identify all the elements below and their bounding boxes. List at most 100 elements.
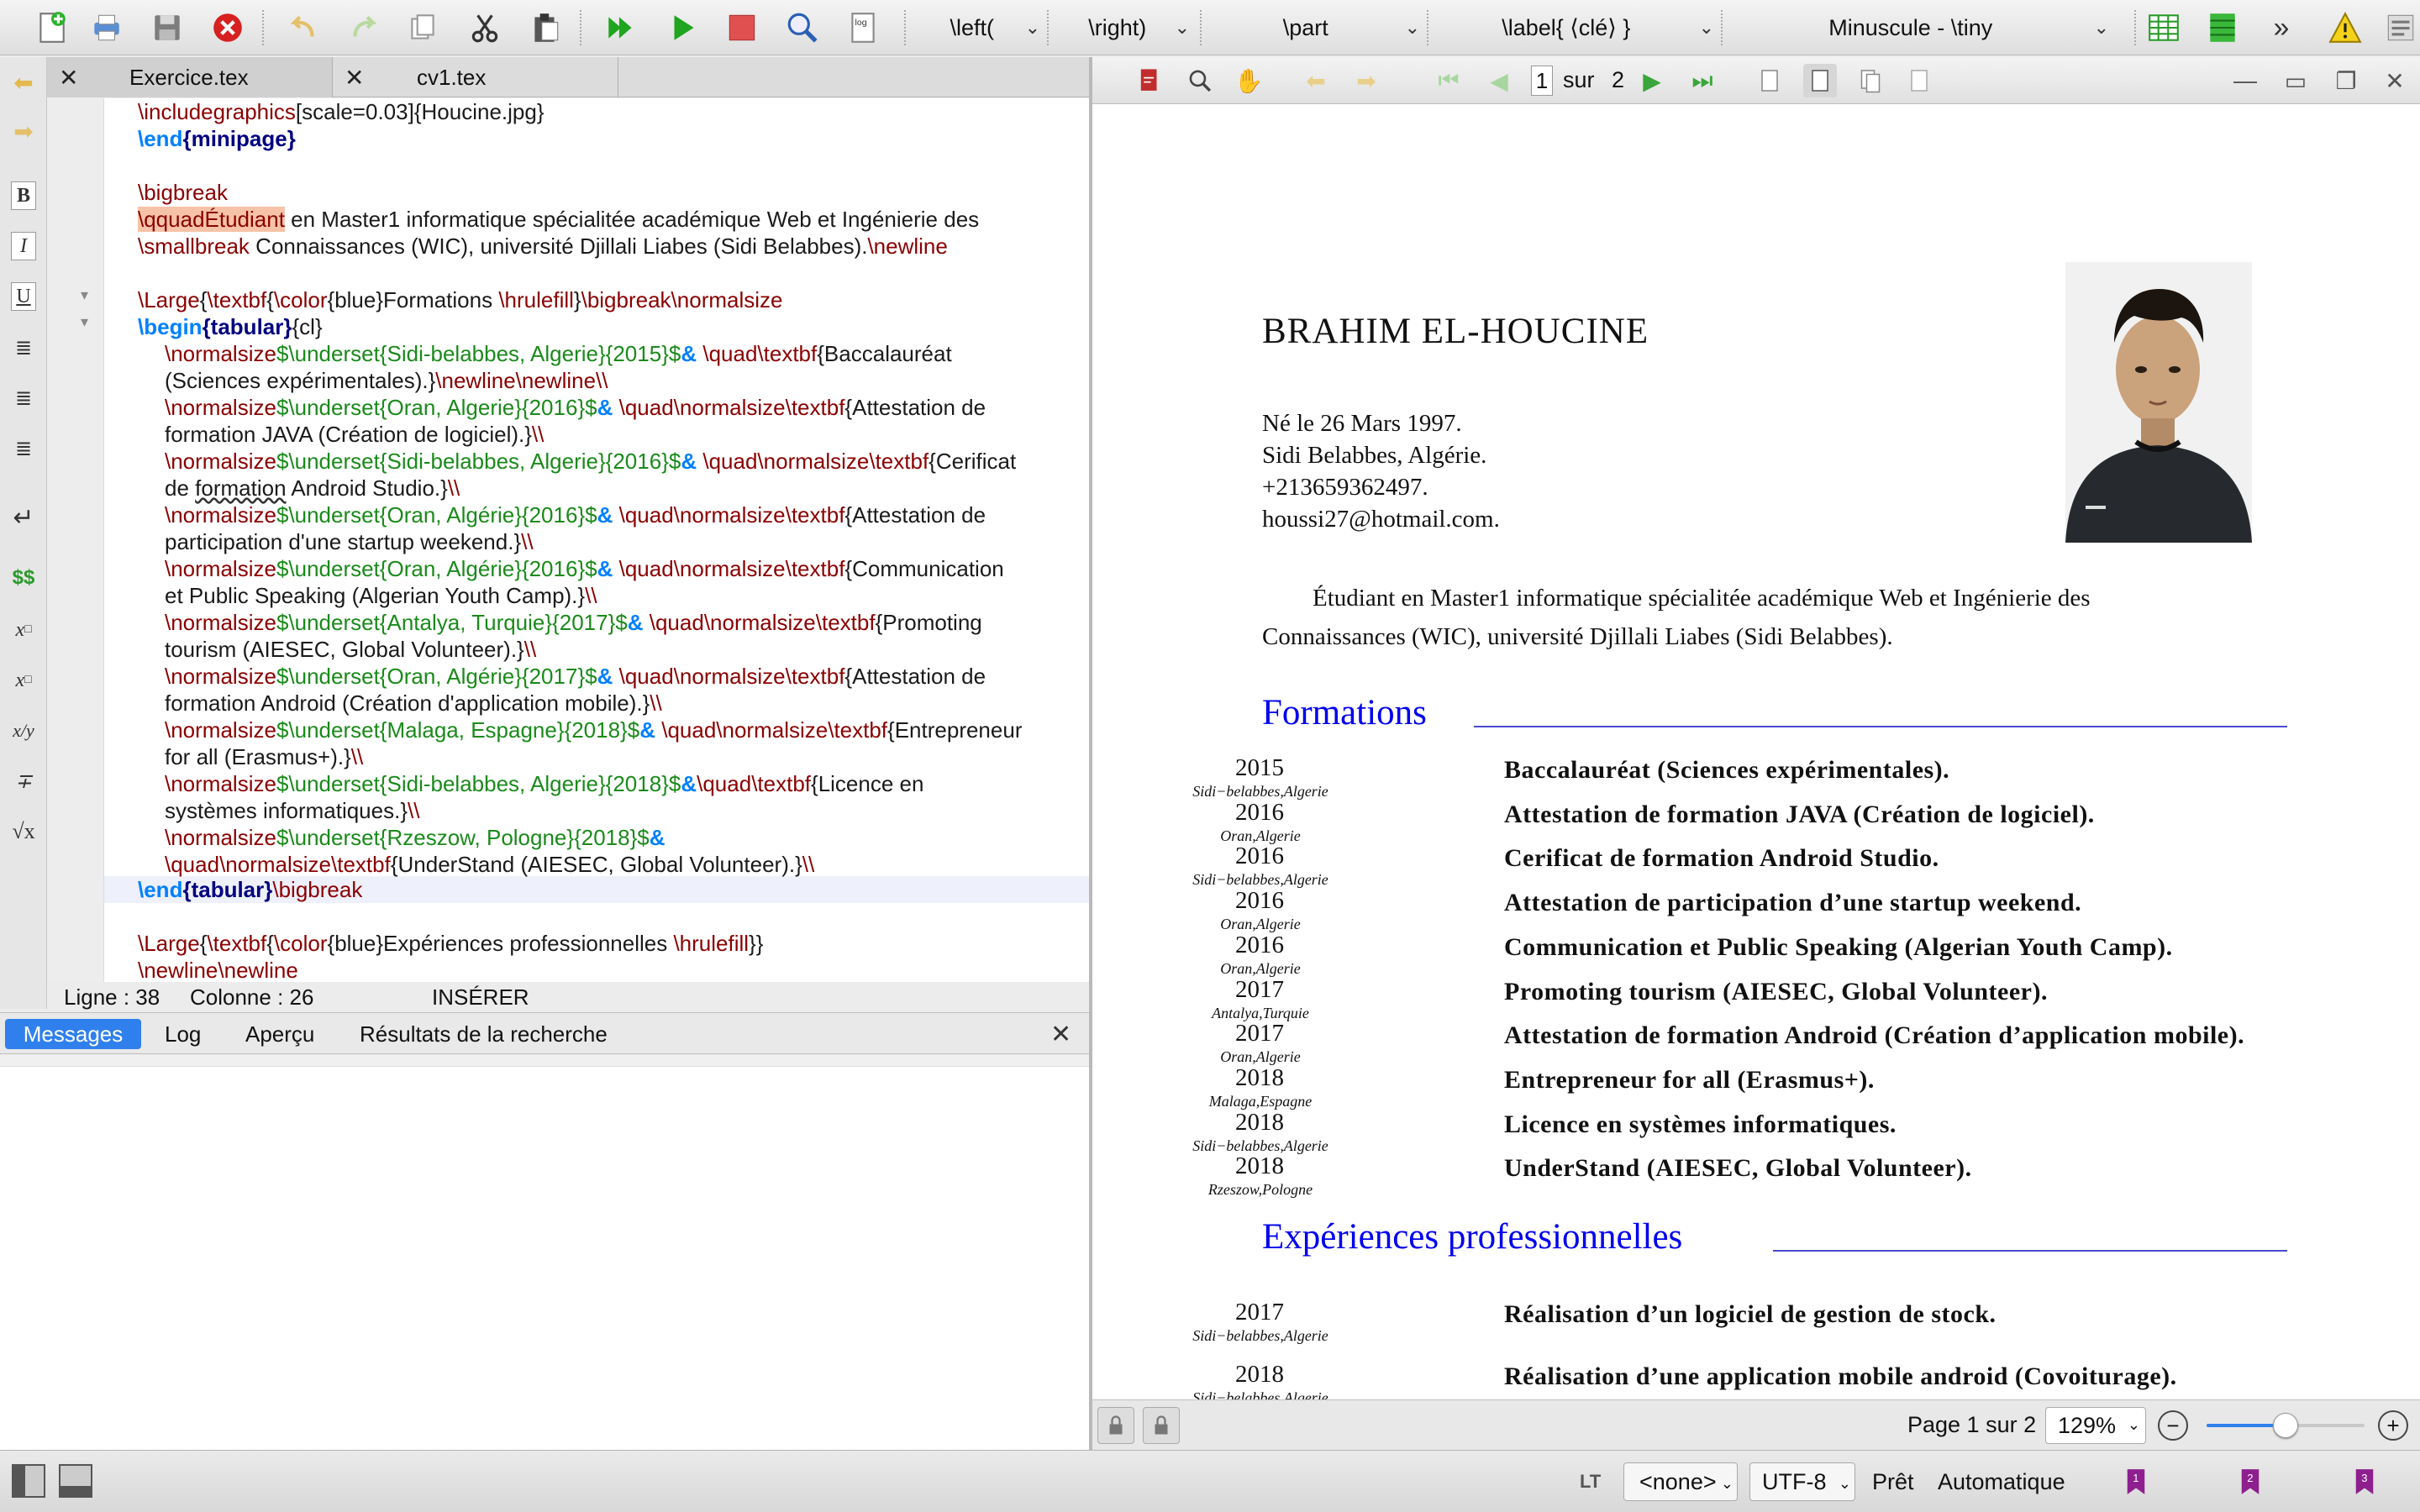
tab-search-results[interactable]: Résultats de la recherche (346, 1019, 621, 1049)
first-page-icon[interactable]: ⏮ (1432, 64, 1465, 97)
math-mode-icon[interactable]: $$ (7, 561, 40, 595)
code-editor[interactable]: \includegraphics[scale=0.03]{Houcine.jpg… (104, 98, 1089, 982)
redo-icon[interactable] (345, 8, 383, 47)
two-pages-icon[interactable] (1854, 64, 1887, 97)
stop-icon[interactable] (723, 8, 761, 47)
dfrac-icon[interactable]: ∓ (7, 764, 40, 798)
bookmark-1-icon[interactable]: 1 (2124, 1462, 2148, 1501)
tab-exercice[interactable]: ✕ Exercice.tex (47, 57, 333, 97)
languagetool-icon[interactable]: LT (1580, 1462, 1601, 1501)
intro-line-2: Connaissances (WIC), université Djillali… (1262, 623, 1893, 650)
sqrt-icon[interactable]: √x (7, 815, 40, 848)
zoom-select[interactable]: 129% ⌄ (2045, 1407, 2146, 1444)
continuous-page-icon[interactable] (1803, 64, 1837, 97)
chevron-down-icon: ⌄ (2093, 17, 2109, 38)
fold-marker-icon[interactable]: ▾ (81, 313, 88, 331)
arrow-left-icon[interactable]: ⬅ (1299, 64, 1333, 97)
close-panel-icon[interactable]: ✕ (1050, 1020, 1071, 1049)
arrow-right-icon[interactable]: ➡ (7, 114, 40, 148)
save-icon[interactable] (148, 8, 187, 47)
close-document-icon[interactable] (208, 8, 247, 47)
bookmark-3-icon[interactable]: 3 (2353, 1462, 2376, 1501)
tab-apercu[interactable]: Aperçu (232, 1019, 328, 1049)
last-page-icon[interactable]: ⏭ (1686, 64, 1719, 97)
code-line: \normalsize$\underset{Oran, Algérie}{201… (165, 502, 986, 528)
align-center-icon[interactable]: ≣ (7, 381, 40, 415)
restore-viewer-icon[interactable]: ❐ (2329, 64, 2363, 97)
tab-messages[interactable]: Messages (5, 1019, 141, 1049)
fraction-icon[interactable]: x/y (7, 714, 40, 748)
bookmark-2-icon[interactable]: 2 (2238, 1462, 2262, 1501)
dropdown-label: \part (1282, 14, 1328, 40)
profile-photo (2065, 262, 2252, 543)
arrow-right-icon[interactable]: ➡ (1349, 64, 1383, 97)
insert-mode: INSÉRER (432, 984, 529, 1010)
new-file-icon[interactable] (32, 8, 71, 47)
right-delimiter-dropdown[interactable]: \right) ⌄ (1064, 7, 1190, 49)
encoding-select[interactable]: UTF-8 ⌄ (1749, 1462, 1855, 1501)
copy-icon[interactable] (403, 8, 442, 47)
zoom-in-icon[interactable]: + (2378, 1410, 2408, 1441)
fit-page-icon[interactable] (1902, 64, 1936, 97)
close-tab-icon[interactable]: ✕ (345, 64, 364, 92)
language-select[interactable]: <none> ⌄ (1623, 1462, 1738, 1501)
tab-cv1[interactable]: ✕ cv1.tex (333, 57, 618, 97)
arrow-left-icon[interactable]: ⬅ (7, 66, 40, 99)
pdf-toolbar-icon[interactable] (2381, 8, 2420, 47)
font-size-dropdown[interactable]: Minuscule - \tiny ⌄ (1731, 7, 2109, 49)
bold-icon[interactable]: B (11, 181, 36, 210)
superscript-icon[interactable]: x □ (7, 664, 40, 697)
toggle-messages-icon[interactable] (59, 1464, 92, 1498)
toggle-structure-icon[interactable] (12, 1464, 45, 1498)
underline-icon[interactable]: U (11, 282, 36, 311)
embed-viewer-icon[interactable]: ▭ (2279, 64, 2312, 97)
close-tab-icon[interactable]: ✕ (59, 64, 78, 92)
undo-icon[interactable] (284, 8, 323, 47)
quick-build-icon[interactable] (602, 8, 640, 47)
subscript-icon[interactable]: x □ (7, 613, 40, 647)
lock-scroll-icon[interactable] (1143, 1407, 1180, 1444)
entry-description: Réalisation d’un logiciel de gestion de … (1504, 1300, 1996, 1328)
italic-icon[interactable]: I (11, 232, 36, 260)
sectioning-dropdown[interactable]: \part ⌄ (1210, 7, 1420, 49)
code-line: \end{minipage} (138, 126, 296, 151)
pdf-document-icon[interactable] (1133, 64, 1166, 97)
print-icon[interactable] (87, 8, 126, 47)
run-icon[interactable] (664, 8, 702, 47)
close-viewer-icon[interactable]: ✕ (2378, 64, 2412, 97)
hand-tool-icon[interactable]: ✋ (1232, 64, 1265, 97)
references-dropdown[interactable]: \label{ ⟨clé⟩ } ⌄ (1437, 7, 1714, 49)
zoom-slider[interactable] (2207, 1413, 2365, 1438)
svg-text:3: 3 (2361, 1472, 2367, 1484)
cut-icon[interactable] (466, 8, 504, 47)
structure-sidebar: ⬅ ➡ B I U ≣ ≣ ≣ ↵ $$ x □ x □ x/y ∓ √x (0, 57, 47, 1009)
entry-location: Sidi−belabbes,Algerie (1192, 1389, 1328, 1399)
single-page-icon[interactable] (1753, 64, 1786, 97)
lock-sync-icon[interactable] (1097, 1407, 1134, 1444)
fold-marker-icon[interactable]: ▾ (81, 286, 88, 304)
entry-location: Rzeszow,Pologne (1207, 1181, 1313, 1199)
tab-log[interactable]: Log (151, 1019, 214, 1049)
new-line-icon[interactable]: ↵ (7, 501, 40, 534)
view-pdf-icon[interactable] (783, 8, 822, 47)
more-tools-icon[interactable]: » (2262, 8, 2301, 47)
page-number-input[interactable]: 1 (1531, 66, 1553, 96)
left-delimiter-dropdown[interactable]: \left(⌄ (923, 7, 1040, 49)
warning-icon[interactable] (2326, 8, 2365, 47)
pdf-page[interactable]: BRAHIM EL-HOUCINE Né le 26 Mars 1997. Si… (1092, 104, 2420, 1399)
minimize-viewer-icon[interactable]: — (2228, 64, 2262, 97)
code-line: \newline\newline (138, 958, 298, 982)
tabular-wizard-icon[interactable] (2144, 8, 2183, 47)
zoom-slider-handle[interactable] (2273, 1413, 2298, 1438)
paste-icon[interactable] (526, 8, 565, 47)
align-right-icon[interactable]: ≣ (7, 432, 40, 465)
search-icon[interactable] (1183, 64, 1217, 97)
messages-output[interactable] (0, 1055, 1089, 1450)
zoom-out-icon[interactable]: − (2158, 1410, 2188, 1441)
array-wizard-icon[interactable] (2203, 8, 2242, 47)
previous-page-icon[interactable]: ◀ (1482, 64, 1516, 97)
align-left-icon[interactable]: ≣ (7, 331, 40, 365)
next-page-icon[interactable]: ▶ (1635, 64, 1669, 97)
code-line: (Sciences expérimentales).}\newline\newl… (165, 368, 608, 393)
view-log-icon[interactable]: log (844, 8, 882, 47)
